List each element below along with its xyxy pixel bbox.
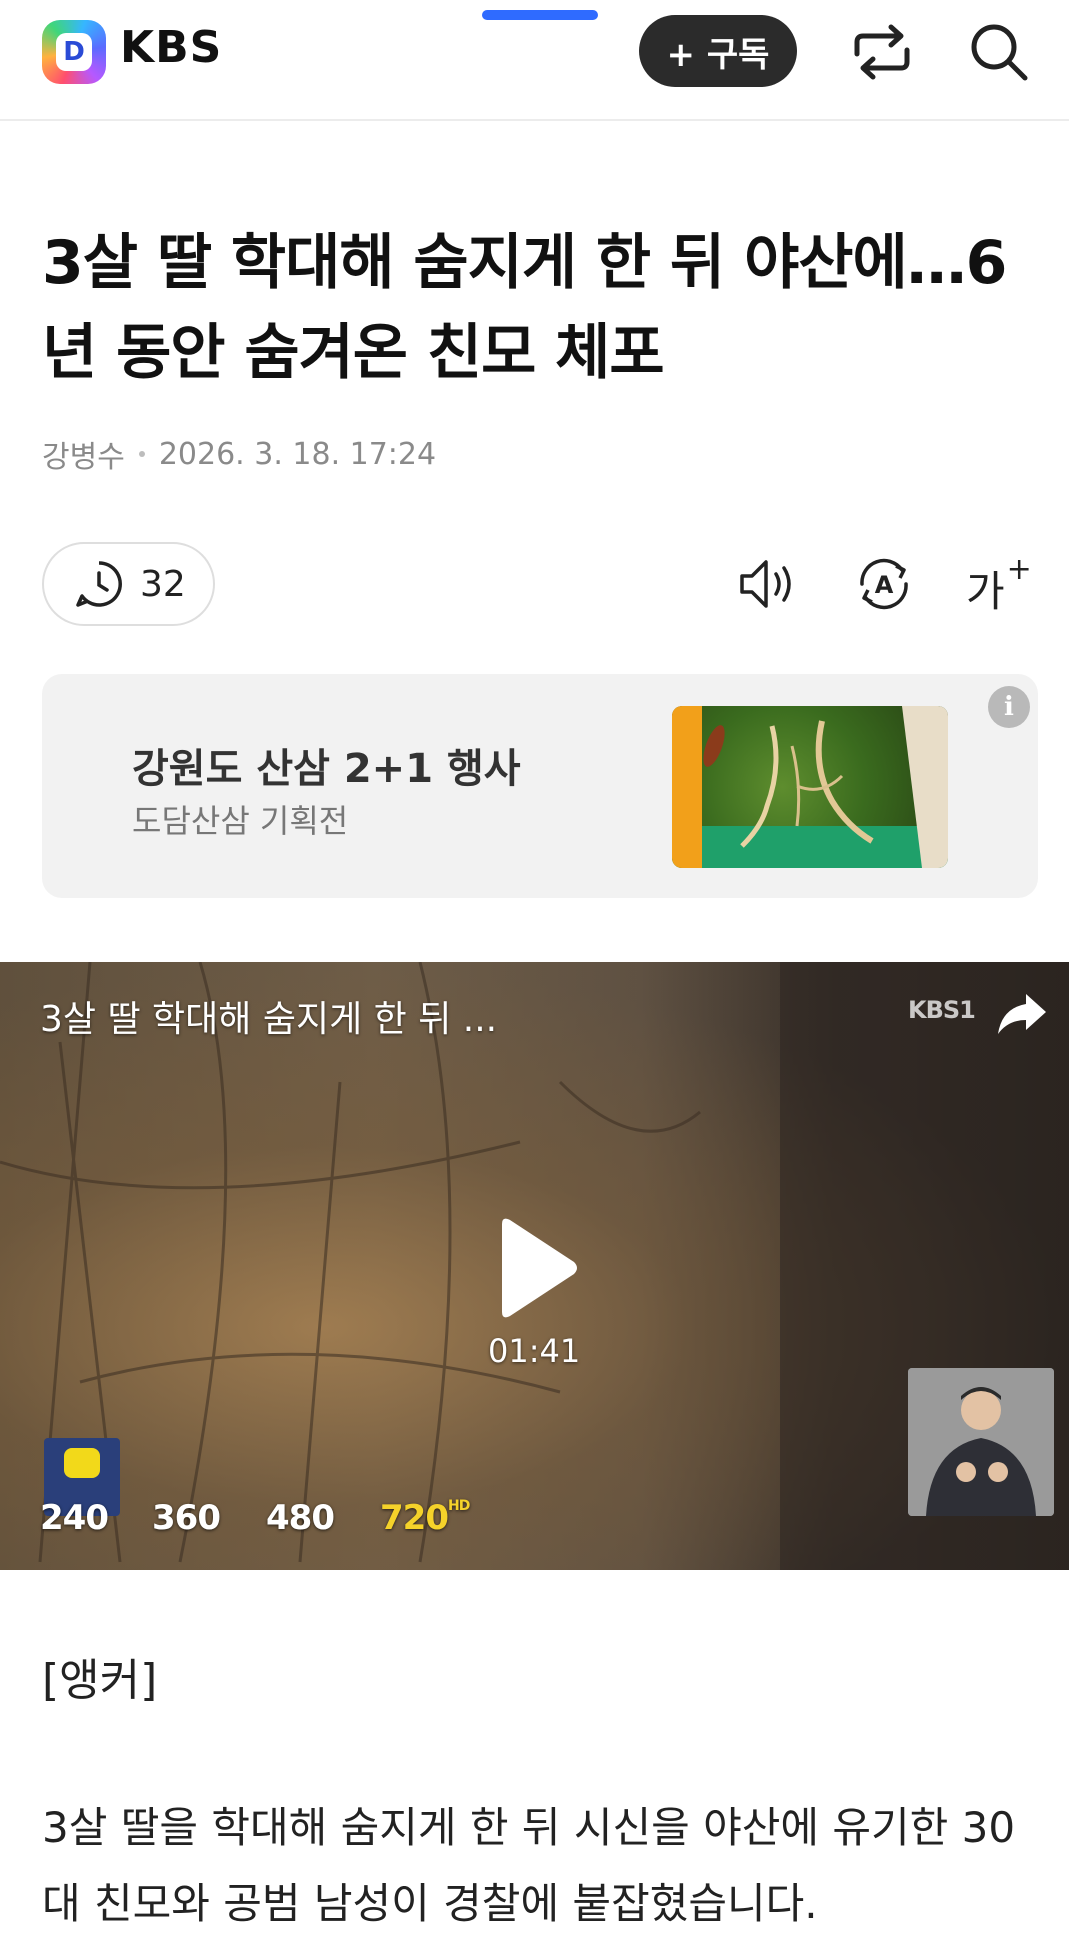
channel-badge: KBS1: [908, 996, 976, 1024]
section-label: [앵커]: [42, 1655, 158, 1706]
logo-letter: D: [56, 33, 92, 71]
plus-icon: +: [1006, 552, 1032, 587]
publish-datetime: 2026. 3. 18. 17:24: [158, 436, 437, 472]
top-header: D KBS + 구독: [0, 0, 1069, 121]
svg-text:A: A: [875, 571, 894, 599]
font-size-button[interactable]: 가 +: [966, 552, 1032, 616]
quality-720-label: 720: [380, 1498, 449, 1538]
video-title: 3살 딸 학대해 숨지게 한 뒤 ...: [40, 999, 498, 1040]
quality-240[interactable]: 240: [40, 1498, 109, 1538]
scroll-indicator: [482, 10, 598, 20]
comment-clock-icon: [76, 561, 122, 607]
video-share-icon[interactable]: [996, 990, 1048, 1036]
quality-720[interactable]: 720HD: [380, 1498, 470, 1538]
daum-logo-icon[interactable]: D: [42, 20, 106, 84]
ad-ginseng-image: [672, 706, 948, 868]
translate-icon[interactable]: A: [852, 552, 916, 616]
share-icon[interactable]: [851, 22, 913, 82]
quality-360[interactable]: 360: [152, 1498, 221, 1538]
byline: 강병수 2026. 3. 18. 17:24: [42, 432, 436, 476]
ad-banner[interactable]: 강원도 산삼 2+1 행사 도담산삼 기획전 i: [42, 674, 1038, 898]
sign-language-inset: [908, 1368, 1054, 1516]
subscribe-button[interactable]: + 구독: [639, 15, 797, 87]
talk-icon: [64, 1448, 100, 1478]
comment-count: 32: [140, 563, 186, 605]
ad-title: 강원도 산삼 2+1 행사: [132, 746, 521, 792]
search-icon[interactable]: [967, 20, 1031, 84]
separator-dot: [138, 451, 145, 457]
author-name[interactable]: 강병수: [42, 432, 125, 476]
hd-label: HD: [447, 1498, 470, 1514]
ad-subtitle: 도담산삼 기획전: [132, 802, 349, 840]
play-icon[interactable]: [496, 1216, 580, 1320]
video-duration: 01:41: [488, 1332, 581, 1370]
press-name[interactable]: KBS: [120, 22, 222, 73]
video-player[interactable]: 3살 딸 학대해 숨지게 한 뒤 ... KBS1 01:41 240 360 …: [0, 962, 1069, 1570]
article-paragraph: 3살 딸을 학대해 숨지게 한 뒤 시신을 야산에 유기한 30대 친모와 공범…: [42, 1803, 1016, 1928]
article-headline: 3살 딸 학대해 숨지게 한 뒤 야산에…6년 동안 숨겨온 친모 체포: [42, 228, 1007, 388]
comments-button[interactable]: 32: [42, 542, 215, 626]
quality-480[interactable]: 480: [266, 1498, 335, 1538]
ad-info-icon[interactable]: i: [988, 686, 1030, 728]
speaker-icon[interactable]: [736, 552, 800, 616]
font-size-label: 가: [966, 567, 1005, 616]
